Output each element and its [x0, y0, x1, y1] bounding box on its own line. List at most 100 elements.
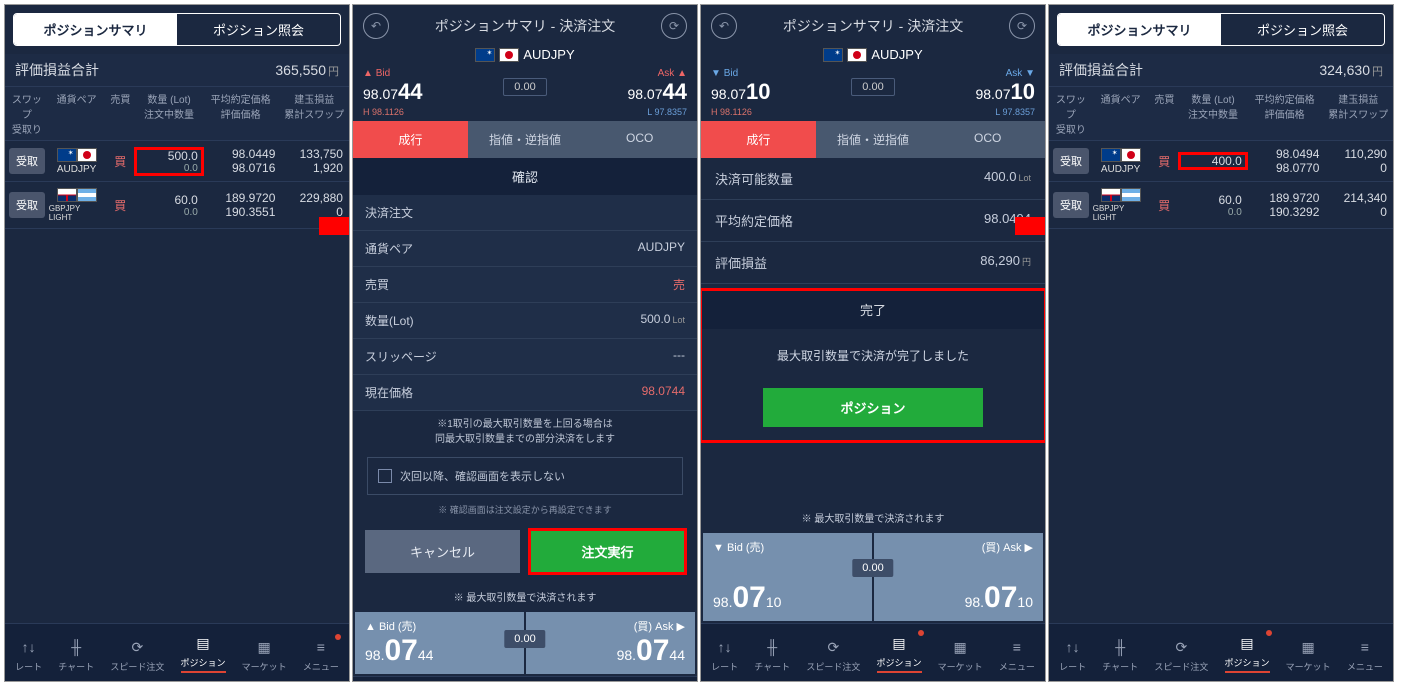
execute-button[interactable]: 注文実行 [530, 530, 685, 573]
avg-cell: 98.0494 98.0770 [1246, 147, 1324, 175]
nav-chart[interactable]: ╫チャート [58, 636, 94, 673]
avg-price: 189.9720 [1246, 191, 1320, 205]
rate-icon: ↑↓ [1062, 636, 1084, 658]
col-avg: 平均約定価格 評価価格 [202, 87, 280, 140]
nav-chart[interactable]: ╫チャート [754, 636, 790, 673]
flag-au-icon [57, 148, 77, 162]
bid-price: 98.0744 [363, 79, 423, 105]
receive-button[interactable]: 受取 [1053, 148, 1089, 174]
tab-inquiry[interactable]: ポジション照会 [177, 14, 340, 45]
info-val: 86,290円 [980, 253, 1031, 272]
notification-dot-icon [918, 630, 924, 636]
avg-price: 98.0449 [202, 147, 276, 161]
nav-position-label: ポジション [1225, 656, 1270, 669]
hi-lo-sub: H 98.1126L 97.8357 [353, 107, 697, 121]
confirm-val: 98.0744 [642, 384, 685, 401]
bid-panel[interactable]: ▼ Bid (売) 98.0710 [703, 533, 872, 621]
lot-cell: 500.0 0.0 [136, 149, 202, 174]
nav-market[interactable]: ▦マーケット [242, 636, 287, 673]
eval-price: 98.0716 [202, 161, 276, 175]
nav-speed[interactable]: ⟳スピード注文 [110, 636, 164, 673]
dont-show-checkbox-row[interactable]: 次回以降、確認画面を表示しない [367, 457, 683, 495]
tab-inquiry[interactable]: ポジション照会 [1221, 14, 1384, 45]
nav-rate[interactable]: ↑↓レート [15, 636, 42, 673]
tab-market[interactable]: 成行 [701, 121, 816, 158]
pair-cell: AUDJPY [1093, 148, 1149, 175]
flag-gb-icon [57, 188, 77, 202]
back-icon[interactable]: ↶ [363, 13, 389, 39]
receive-button[interactable]: 受取 [9, 192, 45, 218]
bid-label: ▼ Bid [711, 68, 771, 79]
confirm-val: 売 [673, 276, 685, 293]
position-row[interactable]: 受取 GBPJPY LIGHT 買 60.0 0.0 189.9720 190.… [5, 182, 349, 229]
pair-label: AUDJPY [871, 47, 922, 62]
nav-position[interactable]: ▤ポジション [1225, 632, 1270, 673]
screen-3-complete: ↶ ポジションサマリ - 決済注文 ⟳ AUDJPY ▼ Bid 98.0710… [700, 4, 1046, 682]
nav-position[interactable]: ▤ポジション [181, 632, 226, 673]
info-row: 評価損益86,290円 [701, 242, 1045, 284]
nav-speed[interactable]: ⟳スピード注文 [1154, 636, 1208, 673]
checkbox-icon[interactable] [378, 469, 392, 483]
info-key: 平均約定価格 [715, 211, 793, 230]
tab-summary[interactable]: ポジションサマリ [14, 14, 177, 45]
receive-button[interactable]: 受取 [9, 148, 45, 174]
bottom-nav: ↑↓レート ╫チャート ⟳スピード注文 ▤ポジション ▦マーケット ≡メニュー [5, 623, 349, 681]
position-row[interactable]: 受取 AUDJPY 買 400.0 98.0494 98.0770 110,29… [1049, 141, 1393, 182]
tab-oco[interactable]: OCO [930, 121, 1045, 158]
flag-jp-icon [77, 148, 97, 162]
hi-lo-sub: H 98.1126L 97.8357 [701, 107, 1045, 121]
position-row[interactable]: 受取 GBPJPY LIGHT 買 60.0 0.0 189.9720 190.… [1049, 182, 1393, 229]
col-pnl: 建玉損益 累計スワップ [279, 87, 349, 140]
pnl-total-row: 評価損益合計 365,550円 [5, 54, 349, 87]
confirm-row: 売買 売 [353, 267, 697, 303]
confirm-key: スリッページ [365, 348, 437, 365]
nav-rate-label: レート [1059, 660, 1086, 673]
done-position-button[interactable]: ポジション [763, 388, 983, 427]
tab-limit[interactable]: 指値・逆指値 [468, 121, 583, 158]
speed-icon: ⟳ [1170, 636, 1192, 658]
nav-rate[interactable]: ↑↓ レート [1059, 636, 1086, 673]
nav-chart[interactable]: ╫チャート [1102, 636, 1138, 673]
confirm-key: 売買 [365, 276, 389, 293]
nav-menu[interactable]: ≡メニュー [999, 636, 1035, 673]
refresh-icon[interactable]: ⟳ [661, 13, 687, 39]
ask-price: 98.0744 [627, 79, 687, 105]
receive-button[interactable]: 受取 [1053, 192, 1089, 218]
pair-header: AUDJPY [353, 47, 697, 62]
nav-chart-label: チャート [754, 660, 790, 673]
tiny-note: ※ 確認画面は注文設定から再設定できます [353, 499, 697, 520]
lot-pending: 0.0 [136, 207, 198, 218]
flag-au-icon [1101, 148, 1121, 162]
nav-market[interactable]: ▦マーケット [938, 636, 983, 673]
tab-summary[interactable]: ポジションサマリ [1058, 14, 1221, 45]
tab-limit[interactable]: 指値・逆指値 [816, 121, 931, 158]
max-note: ※ 最大取引数量で決済されます [353, 583, 697, 610]
confirm-val: AUDJPY [638, 240, 685, 257]
position-row[interactable]: 受取 AUDJPY 買 500.0 0.0 98.0449 98.0716 13… [5, 141, 349, 182]
bid-panel[interactable]: ▲ Bid (売) 98.0744 [355, 612, 524, 674]
bid-ask-panels: ▲ Bid (売) 98.0744 0.00 (買) Ask ▶ 98.0744 [353, 610, 697, 676]
col-lot: 数量 (Lot) 注文中数量 [136, 87, 202, 140]
nav-position[interactable]: ▤ポジション [877, 632, 922, 673]
red-arrow-icon [319, 205, 350, 247]
nav-market[interactable]: ▦マーケット [1286, 636, 1331, 673]
tab-oco[interactable]: OCO [582, 121, 697, 158]
confirm-row: 数量(Lot)500.0Lot [353, 303, 697, 339]
ask-panel[interactable]: (買) Ask ▶ 98.0710 [874, 533, 1043, 621]
nav-speed[interactable]: ⟳スピード注文 [806, 636, 860, 673]
panel-spread: 0.00 [852, 559, 893, 577]
nav-menu[interactable]: ≡メニュー [1347, 636, 1383, 673]
ask-panel[interactable]: (買) Ask ▶ 98.0744 [526, 612, 695, 674]
tab-market[interactable]: 成行 [353, 121, 468, 158]
refresh-icon[interactable]: ⟳ [1009, 13, 1035, 39]
price-strip: ▼ Bid 98.0710 0.00 Ask ▼ 98.0710 [701, 64, 1045, 107]
nav-menu[interactable]: ≡メニュー [303, 636, 339, 673]
bid-price: 98.0710 [711, 79, 771, 105]
pnl-yen: 円 [1372, 66, 1383, 78]
cancel-button[interactable]: キャンセル [365, 530, 520, 573]
back-icon[interactable]: ↶ [711, 13, 737, 39]
note-partial: ※1取引の最大取引数量を上回る場合は 同最大取引数量までの部分決済をします [353, 411, 697, 453]
confirm-row: 決済注文 [353, 195, 697, 231]
nav-rate[interactable]: ↑↓レート [711, 636, 738, 673]
checkbox-label: 次回以降、確認画面を表示しない [400, 468, 565, 484]
